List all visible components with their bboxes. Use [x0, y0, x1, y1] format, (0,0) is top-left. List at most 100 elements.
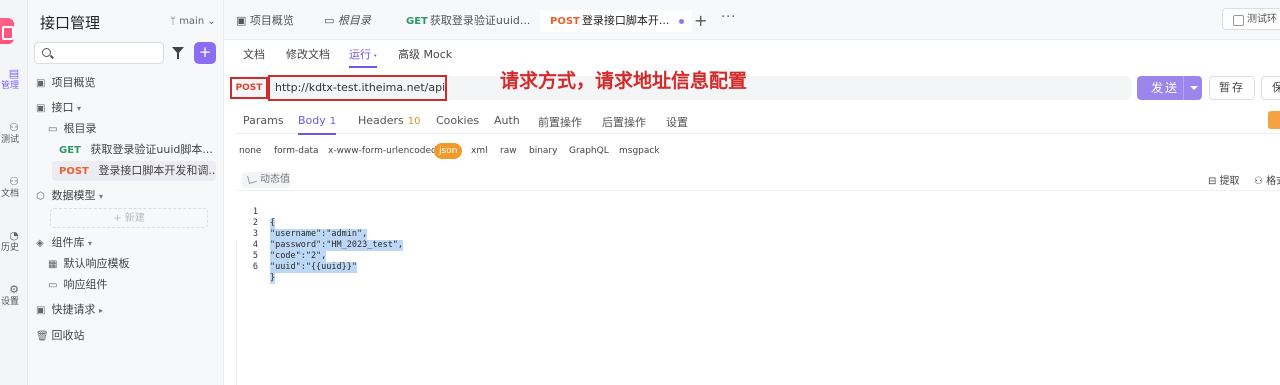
- chevron-down-icon[interactable]: [1183, 76, 1202, 100]
- tab-api-get[interactable]: GET 获取登录验证uuid...: [406, 10, 530, 32]
- tab-root-folder[interactable]: ▭ 根目录: [324, 10, 371, 32]
- cube-icon: ⬡: [36, 191, 45, 202]
- tree-item-default-response[interactable]: ▦ 默认响应模板: [48, 254, 216, 274]
- tab-api-post[interactable]: POST 登录接口脚本开...: [540, 10, 693, 32]
- json-editor[interactable]: 1 { 2 "username":"admin", 3 "password":"…: [236, 190, 1280, 385]
- send-button[interactable]: 发送: [1137, 76, 1202, 100]
- method-badge-post: POST: [59, 166, 89, 177]
- rail-item-history[interactable]: ◔ 历史: [0, 230, 28, 254]
- tab-post-actions[interactable]: 后置操作: [602, 114, 646, 130]
- extract-icon: ⊟: [1208, 176, 1220, 187]
- body-type-form-data[interactable]: form-data: [274, 143, 319, 159]
- format-button[interactable]: ⚇ 格式: [1254, 172, 1280, 187]
- tab-auth[interactable]: Auth: [494, 114, 520, 127]
- code-line: 5 "uuid":"{{uuid}}": [252, 251, 357, 273]
- editor-gutter-line: [236, 240, 237, 385]
- manage-icon: ▤: [8, 67, 20, 80]
- search-icon: [42, 48, 51, 57]
- add-button[interactable]: +: [194, 42, 216, 64]
- dynamic-value-button[interactable]: 动态值: [242, 172, 290, 188]
- caret-right-icon: ▸: [99, 306, 104, 315]
- tab-edit-docs[interactable]: 修改文档: [286, 46, 330, 62]
- caret-down-icon: ▾: [99, 192, 104, 201]
- body-type-none[interactable]: none: [239, 143, 261, 159]
- new-tab-button[interactable]: +: [694, 11, 707, 30]
- tree-item-interfaces[interactable]: ▣ 接口 ▾: [36, 98, 216, 118]
- tree-item-api-post[interactable]: POST 登录接口脚本开发和调...: [52, 161, 216, 181]
- template-icon: ▦: [48, 259, 58, 270]
- tab-pre-actions[interactable]: 前置操作: [538, 114, 582, 130]
- tab-docs[interactable]: 文档: [243, 46, 265, 62]
- tree-item-api-get[interactable]: GET 获取登录验证uuid脚本...: [59, 140, 216, 160]
- request-tabs: Params Body 1 Headers 10 Cookies Auth 前置操作…: [236, 110, 1280, 135]
- overview-icon: ▣: [236, 14, 250, 27]
- gear-icon: ⚙: [9, 283, 19, 296]
- body-type-graphql[interactable]: GraphQL: [569, 143, 609, 159]
- sidebar: 接口管理 ᛘ main ⌄ + ▣ 项目概览 ▣ 接口 ▾ ▭ 根目录 GET …: [28, 0, 224, 385]
- tree-item-data-models[interactable]: ⬡ 数据模型 ▾: [36, 186, 216, 206]
- tree-item-components[interactable]: ◈ 组件库 ▾: [36, 233, 216, 253]
- test-icon: ⚇: [9, 121, 19, 134]
- rail-item-manage[interactable]: ▤ 管理: [0, 68, 28, 92]
- side-panel-toggle[interactable]: [1268, 111, 1280, 129]
- tab-params[interactable]: Params: [243, 114, 284, 127]
- tab-cookies[interactable]: Cookies: [436, 114, 479, 127]
- body-type-binary[interactable]: binary: [529, 143, 557, 159]
- rail-item-settings[interactable]: ⚙ 设置: [0, 284, 28, 308]
- code-line: 3 "password":"HM_2023_test",: [252, 229, 404, 251]
- body-type-json[interactable]: json: [434, 143, 463, 159]
- body-type-xml[interactable]: xml: [471, 143, 488, 159]
- code-line: 1 {: [252, 207, 276, 229]
- annotation-text: 请求方式，请求地址信息配置: [500, 70, 748, 92]
- tab-bar: ▣ 项目概览 ▭ 根目录 GET 获取登录验证uuid... POST 登录接口脚本…: [224, 0, 1280, 40]
- save-draft-button[interactable]: 暂存: [1209, 76, 1255, 100]
- extract-button[interactable]: ⊟ 提取: [1208, 172, 1240, 187]
- method-selector[interactable]: POST: [230, 77, 268, 99]
- history-icon: ◔: [9, 229, 19, 242]
- caret-down-icon: ▾: [88, 239, 93, 248]
- interface-icon: ▣: [36, 103, 46, 114]
- tree-item-root-folder[interactable]: ▭ 根目录: [48, 119, 216, 139]
- body-type-msgpack[interactable]: msgpack: [619, 143, 660, 159]
- tab-overview[interactable]: ▣ 项目概览: [236, 10, 294, 32]
- format-icon: ⚇: [1254, 176, 1267, 187]
- tab-body[interactable]: Body 1: [298, 114, 337, 135]
- sidebar-title: 接口管理: [40, 14, 101, 32]
- tab-run[interactable]: 运行 •: [349, 46, 378, 68]
- more-tabs-icon[interactable]: ···: [721, 10, 736, 25]
- code-line: 2 "username":"admin",: [252, 218, 368, 240]
- url-input[interactable]: http://kdtx-test.itheima.net/api/login: [268, 75, 447, 101]
- body-type-raw[interactable]: raw: [500, 143, 517, 159]
- tree-item-recycle-bin[interactable]: 🗑 回收站: [36, 326, 216, 346]
- new-model-button[interactable]: + 新建: [50, 208, 208, 228]
- rail-item-docs[interactable]: ⚇ 文档: [0, 176, 28, 200]
- app-window: ▤ 管理 ⚇ 测试 ⚇ 文档 ◔ 历史 ⚙ 设置 接口管理 ᛘ main ⌄ +…: [0, 0, 1280, 385]
- app-rail: ▤ 管理 ⚇ 测试 ⚇ 文档 ◔ 历史 ⚙ 设置: [0, 0, 28, 385]
- branch-selector[interactable]: ᛘ main ⌄: [170, 16, 216, 27]
- rail-item-test[interactable]: ⚇ 测试: [0, 122, 28, 146]
- component-icon: ▭: [48, 280, 58, 291]
- tab-settings[interactable]: 设置: [666, 114, 688, 130]
- quick-request-icon: ▣: [36, 305, 46, 316]
- tree-item-quick-request[interactable]: ▣ 快捷请求 ▸: [36, 300, 216, 320]
- filter-icon[interactable]: [170, 44, 186, 62]
- chevron-down-icon: ⌄: [207, 16, 216, 27]
- tree-item-response-component[interactable]: ▭ 响应组件: [48, 275, 216, 295]
- overview-icon: ▣: [36, 78, 46, 89]
- folder-icon: ▭: [324, 14, 338, 27]
- body-type-urlencoded[interactable]: x-www-form-urlencoded: [328, 143, 437, 159]
- folder-icon: ▭: [48, 124, 58, 135]
- environment-selector[interactable]: 测试环: [1222, 8, 1280, 30]
- search-input[interactable]: [34, 42, 164, 64]
- tree-item-overview[interactable]: ▣ 项目概览: [36, 73, 216, 93]
- save-button[interactable]: 保: [1261, 76, 1280, 100]
- dot-icon: •: [371, 52, 378, 60]
- code-line: 6 }: [252, 262, 276, 284]
- unsaved-dot-icon: [679, 18, 685, 24]
- layers-icon: ◈: [36, 238, 44, 249]
- tab-headers[interactable]: Headers 10: [358, 114, 421, 127]
- branch-name: main: [179, 16, 205, 27]
- tab-advanced-mock[interactable]: 高级 Mock: [398, 46, 452, 62]
- method-badge-get: GET: [59, 145, 81, 156]
- caret-down-icon: ▾: [77, 104, 82, 113]
